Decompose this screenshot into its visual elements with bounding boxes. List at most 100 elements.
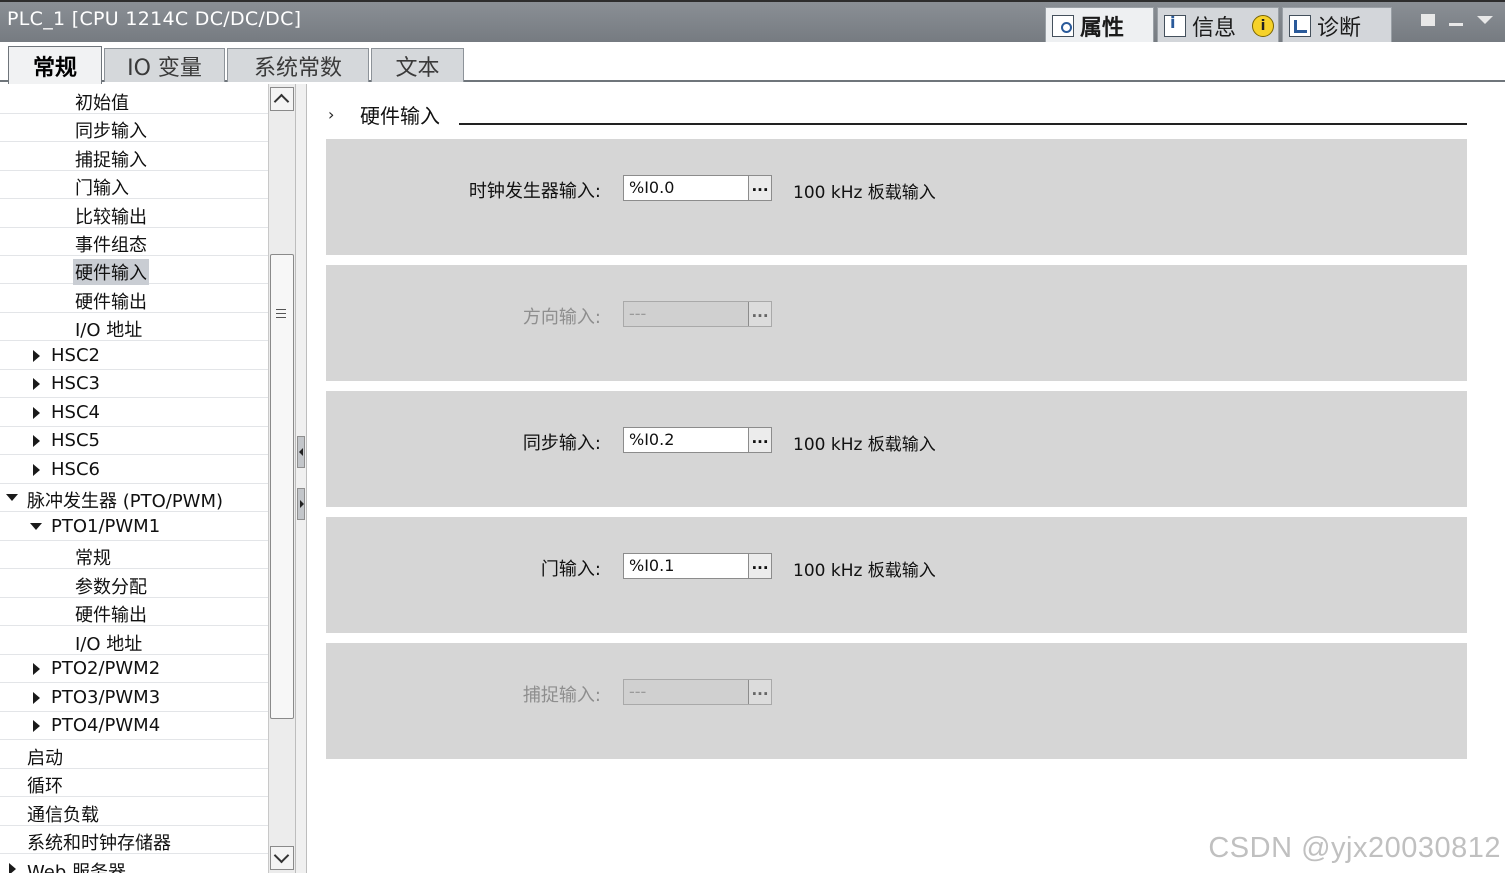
section-title: 硬件输入 [360,104,440,128]
tree-item[interactable]: 循环 [0,769,268,797]
tab-info[interactable]: 信息 i [1157,7,1279,43]
collapse-arrow-icon[interactable] [30,523,42,530]
expand-arrow-icon[interactable] [33,407,40,419]
sync-input-field[interactable]: %I0.2 ... [623,427,772,453]
tree-item[interactable]: PTO4/PWM4 [0,712,268,740]
tree-item[interactable]: PTO2/PWM2 [0,655,268,683]
clock-input-browse-button[interactable]: ... [748,176,771,200]
clock-input-note: 100 kHz 板载输入 [793,183,936,203]
expand-arrow-icon[interactable] [9,863,16,873]
tree-item[interactable]: 同步输入 [0,114,268,142]
tab-properties-label: 属性 [1080,15,1125,41]
expand-right-icon[interactable] [297,488,305,520]
expand-arrow-icon[interactable] [33,692,40,704]
tree-item[interactable]: HSC6 [0,456,268,484]
tree-item-label: PTO4/PWM4 [51,715,161,736]
tree-item[interactable]: PTO3/PWM3 [0,684,268,712]
direction-input-field: --- ... [623,301,772,327]
tree-item[interactable]: HSC5 [0,427,268,455]
tree-item-label: 硬件输出 [75,605,147,626]
tree-item[interactable]: 启动 [0,741,268,769]
info-warning-icon: i [1252,14,1275,37]
tree-item[interactable]: 系统和时钟存储器 [0,826,268,854]
direction-input-label: 方向输入: [522,307,601,328]
capture-input-label: 捕捉输入: [522,685,601,706]
properties-icon [1052,14,1074,37]
tree-item[interactable]: 硬件输出 [0,598,268,626]
tree-item[interactable]: 比较输出 [0,200,268,228]
tree-item-label: 循环 [27,776,63,797]
tree-item[interactable]: HSC2 [0,342,268,370]
tree-item-label: I/O 地址 [75,320,143,341]
tab-general[interactable]: 常规 [8,46,102,84]
tree-item[interactable]: I/O 地址 [0,313,268,341]
expand-arrow-icon[interactable] [33,350,40,362]
expand-arrow-icon[interactable] [33,378,40,390]
gate-input-field[interactable]: %I0.1 ... [623,553,772,579]
direction-input-browse-button: ... [748,302,771,326]
gate-input-browse-button[interactable]: ... [748,554,771,578]
tree-item[interactable]: HSC4 [0,399,268,427]
float-window-icon[interactable] [1421,14,1435,26]
tree-item[interactable]: 捕捉输入 [0,143,268,171]
clock-input-field[interactable]: %I0.0 ... [623,175,772,201]
tree-item-label: 脉冲发生器 (PTO/PWM) [27,491,224,512]
tab-properties[interactable]: 属性 [1045,7,1154,43]
collapse-chevron-icon[interactable] [1477,16,1493,24]
expand-arrow-icon[interactable] [33,720,40,732]
diagnostics-icon [1289,14,1311,37]
tab-diagnostics[interactable]: 诊断 [1282,7,1392,43]
tab-strip: 常规 IO 变量 系统常数 文本 [0,42,1505,84]
gate-input-note: 100 kHz 板载输入 [793,561,936,581]
tree-item[interactable]: HSC3 [0,370,268,398]
collapse-left-icon[interactable] [297,436,305,468]
tree-item[interactable]: 参数分配 [0,570,268,598]
pane-splitter[interactable] [295,84,307,873]
tree-item[interactable]: 硬件输出 [0,285,268,313]
field-group-capture-input: 捕捉输入: --- ... [326,643,1467,759]
tree-item[interactable]: Web 服务器 [0,855,268,873]
scroll-down-icon[interactable] [270,846,294,870]
grip-icon [276,309,286,318]
tab-texts[interactable]: 文本 [371,48,464,82]
section-chevron-icon: › [328,105,335,124]
tree-item-label: HSC6 [51,459,100,480]
tree-item-label: HSC3 [51,373,100,394]
tree-item-label: PTO2/PWM2 [51,658,161,679]
tree-item-label: 初始值 [75,93,129,114]
tree-item[interactable]: 初始值 [0,86,268,114]
gate-input-value: %I0.1 [629,556,675,575]
window-controls [1421,14,1493,26]
tree-item-label: 常规 [75,548,111,569]
tree-item[interactable]: 通信负载 [0,798,268,826]
tree-item-label: HSC5 [51,430,100,451]
tree-item[interactable]: 常规 [0,541,268,569]
tree-item[interactable]: I/O 地址 [0,627,268,655]
minimize-icon[interactable] [1449,14,1463,26]
tree-scrollbar[interactable] [268,84,295,873]
tree-item-label: PTO1/PWM1 [51,516,161,537]
tab-system-constants[interactable]: 系统常数 [227,48,369,82]
scroll-up-icon[interactable] [270,87,294,111]
scrollbar-thumb[interactable] [270,254,294,719]
collapse-arrow-icon[interactable] [6,494,18,501]
tree-item[interactable]: 脉冲发生器 (PTO/PWM) [0,484,268,512]
section-header[interactable]: › 硬件输入 [325,98,1467,128]
tree-item-label: 参数分配 [75,577,147,598]
sync-input-browse-button[interactable]: ... [748,428,771,452]
tree-item-label: 事件组态 [75,235,147,256]
tree-item-selected[interactable]: 硬件输入 [0,256,268,285]
expand-arrow-icon[interactable] [33,464,40,476]
tree-item[interactable]: 事件组态 [0,228,268,256]
window-title: PLC_1 [CPU 1214C DC/DC/DC] [7,8,302,30]
tree-item-label: HSC4 [51,402,100,423]
capture-input-field: --- ... [623,679,772,705]
expand-arrow-icon[interactable] [33,663,40,675]
tree-item[interactable]: PTO1/PWM1 [0,513,268,541]
tab-io-tags[interactable]: IO 变量 [104,48,225,82]
tree-item[interactable]: 门输入 [0,171,268,199]
properties-content: › 硬件输入 时钟发生器输入: %I0.0 ... 100 kHz 板载输入 方… [307,84,1505,873]
tree-item-label: 硬件输入 [73,259,149,285]
clock-input-value: %I0.0 [629,178,675,197]
expand-arrow-icon[interactable] [33,435,40,447]
